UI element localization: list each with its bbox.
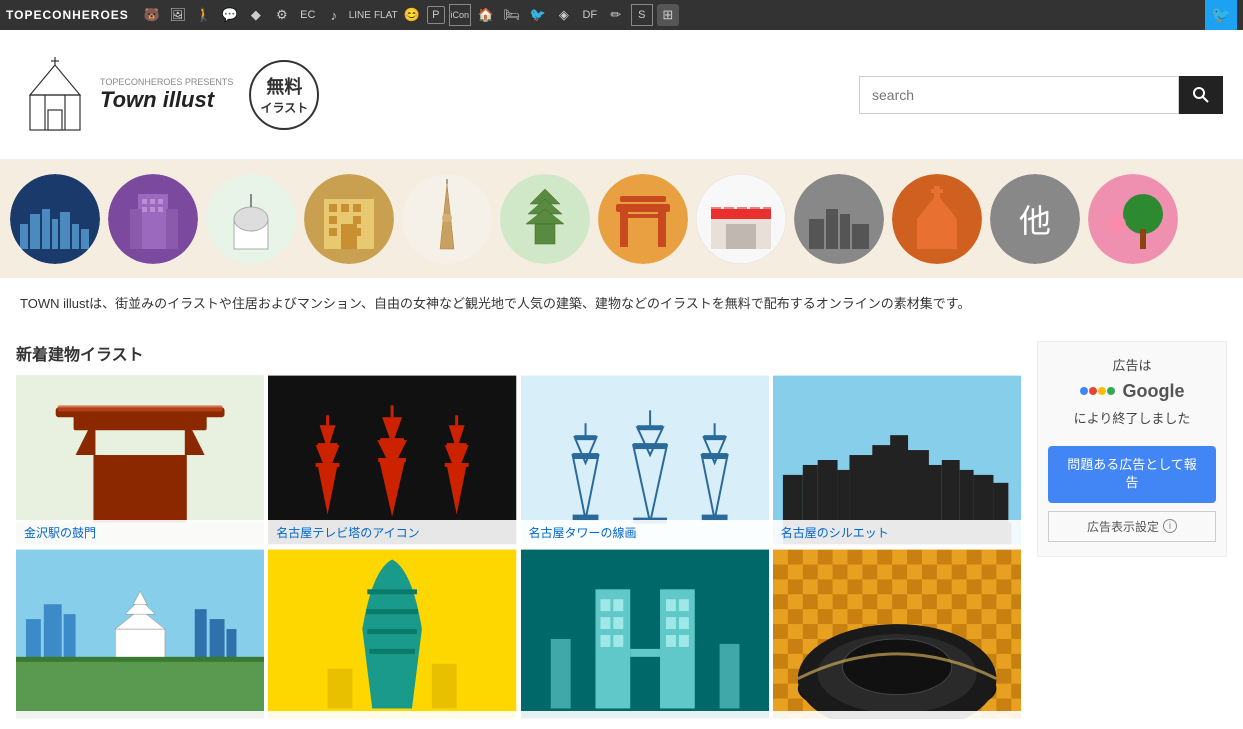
ad-settings-label: 広告表示設定 — [1087, 518, 1159, 535]
site-description: TOWN illustは、街並みのイラストや住居およびマンション、自由の女神など… — [0, 278, 1243, 331]
ad-settings[interactable]: 広告表示設定 i — [1048, 511, 1216, 542]
nav-icon-frame[interactable]: 🖼 — [167, 4, 189, 26]
search-button[interactable] — [1179, 76, 1223, 114]
grid-caption-nagoya-tower: 名古屋タワーの線画 — [521, 520, 769, 545]
section-title: 新着建物イラスト — [16, 341, 1021, 365]
grid-item-city4[interactable] — [773, 549, 1021, 719]
grid-caption-city4 — [773, 711, 1021, 719]
grid-caption-city1 — [16, 711, 264, 719]
nav-icon-icon[interactable]: iCon — [449, 4, 471, 26]
top-nav: TOPECONHEROES 🐻 🖼 🚶 💬 ◆ ⚙ EC ♪ LINE FLAT… — [0, 0, 1243, 30]
category-tower[interactable] — [402, 174, 492, 264]
sidebar: 広告は Google により終了しました 問題ある広告として報告 広告表示設定 … — [1037, 341, 1227, 719]
description-text: TOWN illustは、街並みのイラストや住居およびマンション、自由の女神など… — [20, 296, 971, 311]
grid-caption-kanazawa: 金沢駅の鼓門 — [16, 520, 264, 545]
nav-icon-gear[interactable]: ⚙ — [271, 4, 293, 26]
google-colors — [1080, 387, 1115, 395]
nav-icon-s[interactable]: S — [631, 4, 653, 26]
nav-icon-music[interactable]: ♪ — [323, 4, 345, 26]
grid-item-kanazawa[interactable]: 金沢駅の鼓門 — [16, 375, 264, 545]
category-building-purple[interactable] — [108, 174, 198, 264]
ad-report-button[interactable]: 問題ある広告として報告 — [1048, 446, 1216, 502]
logo-title[interactable]: Town illust — [100, 87, 233, 113]
nav-icon-grid[interactable]: ⊞ — [657, 4, 679, 26]
nav-icon-pen[interactable]: ✏ — [605, 4, 627, 26]
brand-logo[interactable]: TOPECONHEROES — [6, 8, 129, 22]
category-temple[interactable] — [500, 174, 590, 264]
nav-icon-bed[interactable]: 🛏 — [501, 4, 523, 26]
logo-badge: 無料 イラスト — [249, 60, 319, 130]
nav-icon-chat[interactable]: 💬 — [219, 4, 241, 26]
grid-item-nagoya-silhouette[interactable]: 名古屋のシルエット — [773, 375, 1021, 545]
grid-item-nagoya-tower[interactable]: 名古屋タワーの線画 — [521, 375, 769, 545]
category-building2[interactable] — [794, 174, 884, 264]
ad-title-line2: により終了しました — [1074, 411, 1191, 426]
ad-title-line1: 広告は — [1112, 358, 1151, 373]
image-grid: 金沢駅の鼓門 — [16, 375, 1021, 719]
search-input[interactable] — [859, 76, 1179, 114]
nav-icon-house[interactable]: 🏠 — [475, 4, 497, 26]
category-cityscape[interactable] — [10, 174, 100, 264]
category-shop[interactable] — [696, 174, 786, 264]
category-nature[interactable] — [1088, 174, 1178, 264]
nav-icon-ec[interactable]: EC — [297, 4, 319, 26]
logo-building-icon — [20, 55, 90, 135]
ad-box: 広告は Google により終了しました 問題ある広告として報告 広告表示設定 … — [1037, 341, 1227, 557]
ad-google-label: Google — [1048, 377, 1216, 406]
nav-icon-bear[interactable]: 🐻 — [141, 4, 163, 26]
category-church[interactable] — [892, 174, 982, 264]
badge-line1: 無料 — [266, 73, 302, 99]
ad-google-text: Google — [1123, 377, 1185, 406]
nav-icon-bird[interactable]: 🐦 — [527, 4, 549, 26]
nav-icon-line[interactable]: LINE — [349, 4, 371, 26]
grid-item-city1[interactable] — [16, 549, 264, 719]
ad-title: 広告は Google により終了しました — [1048, 356, 1216, 430]
logo-area: TOPECONHEROES PRESENTS Town illust 無料 イラ… — [20, 55, 319, 135]
site-header: TOPECONHEROES PRESENTS Town illust 無料 イラ… — [0, 30, 1243, 160]
search-icon — [1192, 86, 1210, 104]
nav-icon-p[interactable]: P — [427, 6, 445, 24]
grid-item-nagoya-icon[interactable]: 名古屋テレビ塔のアイコン — [268, 375, 516, 545]
twitter-button[interactable]: 🐦 — [1205, 0, 1237, 30]
svg-text:他: 他 — [1019, 203, 1051, 239]
main-content: 新着建物イラスト — [0, 331, 1243, 729]
nav-icon-diamond[interactable]: ◆ — [245, 4, 267, 26]
grid-caption-city2 — [268, 711, 516, 719]
grid-caption-nagoya-silhouette: 名古屋のシルエット — [773, 520, 1021, 545]
nav-icon-diamond2[interactable]: ◈ — [553, 4, 575, 26]
category-other[interactable]: 他 — [990, 174, 1080, 264]
search-area — [859, 76, 1223, 114]
grid-caption-city3 — [521, 711, 769, 719]
category-torii[interactable] — [598, 174, 688, 264]
grid-caption-nagoya-icon: 名古屋テレビ塔のアイコン — [268, 520, 516, 545]
category-shrine[interactable] — [206, 174, 296, 264]
grid-item-city3[interactable] — [521, 549, 769, 719]
nav-icon-flat[interactable]: FLAT — [375, 4, 397, 26]
category-strip: 他 — [0, 160, 1243, 278]
content-area: 新着建物イラスト — [16, 341, 1021, 719]
nav-icon-df[interactable]: DF — [579, 4, 601, 26]
nav-icon-person[interactable]: 🚶 — [193, 4, 215, 26]
logo-presents: TOPECONHEROES PRESENTS — [100, 77, 233, 87]
category-hotel[interactable] — [304, 174, 394, 264]
badge-line2: イラスト — [260, 99, 308, 116]
info-icon: i — [1163, 519, 1177, 533]
logo-text-area: TOPECONHEROES PRESENTS Town illust — [100, 77, 233, 113]
nav-icon-smile[interactable]: 😊 — [401, 4, 423, 26]
grid-item-city2[interactable] — [268, 549, 516, 719]
